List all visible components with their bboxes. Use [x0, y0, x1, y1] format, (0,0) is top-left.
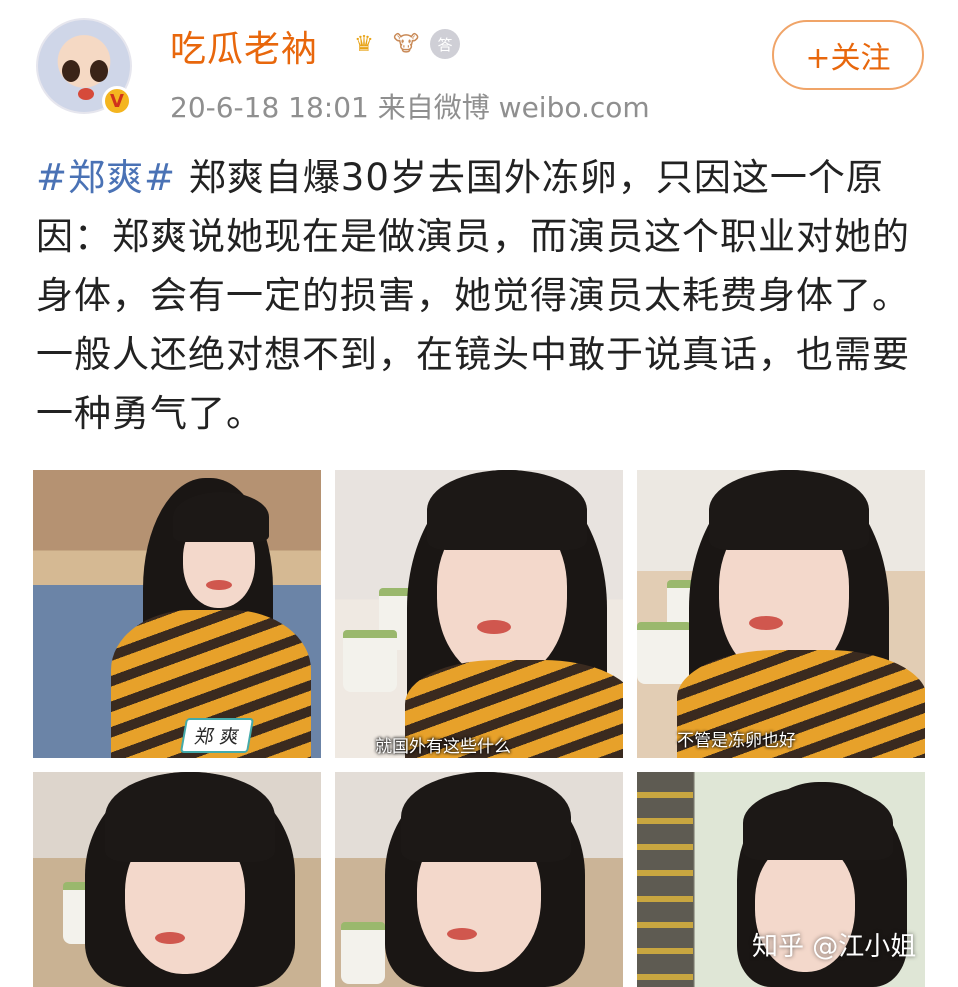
- shelf-prop: [637, 772, 693, 987]
- follow-button[interactable]: +关注: [772, 20, 924, 90]
- post-source: 来自微博 weibo.com: [377, 91, 650, 124]
- photo-lips: [447, 928, 477, 940]
- avatar-eye: [62, 60, 80, 82]
- photo-name-tag: 郑 爽: [179, 718, 255, 753]
- cup-prop: [637, 622, 691, 684]
- username[interactable]: 吃瓜老衲: [170, 20, 318, 72]
- photo-subtitle: 不管是冻卵也好: [677, 731, 796, 751]
- photo-grid: 郑 爽 就国外有这些什么 不管是冻卵也好: [33, 470, 925, 987]
- verified-badge-icon: V: [102, 86, 132, 116]
- photo-thumbnail[interactable]: [335, 772, 623, 987]
- photo-lips: [206, 580, 232, 590]
- medal-row: ♛ 🐮 答: [346, 26, 460, 62]
- avatar-eye: [90, 60, 108, 82]
- photo-lips: [477, 620, 511, 634]
- photo-thumbnail[interactable]: 就国外有这些什么: [335, 470, 623, 758]
- post-header: V 吃瓜老衲 ♛ 🐮 答 20-6-18 18:01 来自微博 weibo.co…: [0, 0, 958, 140]
- photo-bangs: [105, 772, 275, 862]
- photo-thumbnail[interactable]: 不管是冻卵也好: [637, 470, 925, 758]
- photo-bangs: [401, 772, 571, 862]
- photo-bangs: [173, 492, 269, 542]
- photo-lips: [749, 616, 783, 630]
- photo-bangs: [743, 786, 893, 860]
- photo-bangs: [427, 470, 587, 550]
- hashtag-link[interactable]: #郑爽#: [36, 156, 176, 199]
- cup-prop: [341, 922, 385, 984]
- photo-thumbnail[interactable]: 郑 爽: [33, 470, 321, 758]
- silver-medal-icon[interactable]: 答: [430, 29, 460, 59]
- post-meta: 20-6-18 18:01 来自微博 weibo.com: [170, 86, 650, 126]
- photo-subtitle: 就国外有这些什么: [375, 737, 511, 757]
- post-text: #郑爽# 郑爽自爆30岁去国外冻卵，只因这一个原因：郑爽说她现在是做演员，而演员…: [36, 148, 926, 443]
- photo-thumbnail[interactable]: [33, 772, 321, 987]
- cow-medal-icon[interactable]: 🐮: [388, 26, 424, 62]
- avatar-mouth: [78, 88, 94, 100]
- photo-bangs: [709, 470, 869, 550]
- cup-prop: [343, 630, 397, 692]
- photo-lips: [155, 932, 185, 944]
- post-timestamp[interactable]: 20-6-18 18:01: [170, 91, 369, 124]
- crown-medal-icon[interactable]: ♛: [346, 26, 382, 62]
- zhihu-watermark: 知乎 @江小姐: [752, 932, 917, 962]
